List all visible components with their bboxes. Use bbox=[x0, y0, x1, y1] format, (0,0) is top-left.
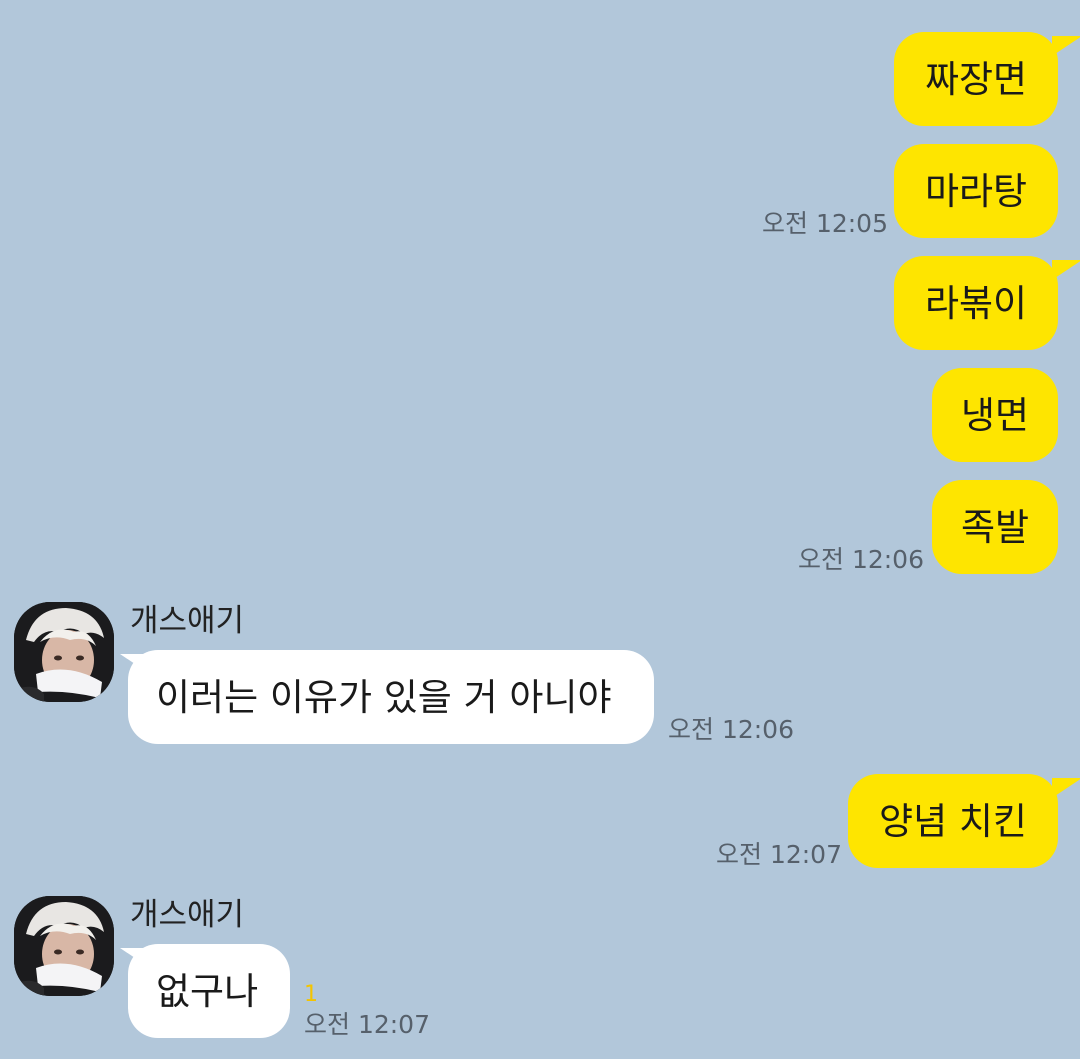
message-text: 라볶이 bbox=[924, 281, 1028, 325]
message-text: 짜장면 bbox=[924, 57, 1028, 101]
message-text: 이러는 이유가 있을 거 아니야 bbox=[156, 675, 612, 719]
message-time: 오전 12:07 bbox=[304, 1010, 430, 1039]
message-time: 오전 12:05 bbox=[762, 209, 888, 238]
avatar[interactable] bbox=[14, 896, 114, 996]
message-bubble-jjajangmyeon[interactable]: 짜장면 bbox=[894, 32, 1058, 126]
message-text: 족발 bbox=[960, 505, 1030, 549]
message-text: 마라탕 bbox=[924, 169, 1028, 213]
bubble-tail bbox=[1052, 778, 1080, 798]
avatar[interactable] bbox=[14, 602, 114, 702]
message-bubble-jokbal[interactable]: 족발 bbox=[932, 480, 1058, 574]
message-text: 양념 치킨 bbox=[879, 799, 1027, 843]
message-bubble-eopguna[interactable]: 없구나 bbox=[128, 944, 290, 1038]
bubble-tail bbox=[1052, 260, 1080, 280]
message-bubble-malatang[interactable]: 마라탕 bbox=[894, 144, 1058, 238]
message-bubble-chicken[interactable]: 양념 치킨 bbox=[848, 774, 1058, 868]
message-time: 오전 12:07 bbox=[716, 840, 842, 869]
message-text: 없구나 bbox=[156, 969, 259, 1013]
unread-count-badge: 1 bbox=[304, 982, 318, 1007]
bubble-tail bbox=[1052, 36, 1080, 56]
message-time: 오전 12:06 bbox=[798, 545, 924, 574]
profile-photo-icon bbox=[14, 602, 114, 702]
profile-photo-icon bbox=[14, 896, 114, 996]
message-bubble-rabokki[interactable]: 라볶이 bbox=[894, 256, 1058, 350]
sender-name: 개스애기 bbox=[130, 897, 245, 933]
message-time: 오전 12:06 bbox=[668, 715, 794, 744]
sender-name: 개스애기 bbox=[130, 603, 245, 639]
message-bubble-reason[interactable]: 이러는 이유가 있을 거 아니야 bbox=[128, 650, 654, 744]
message-bubble-naengmyeon[interactable]: 냉면 bbox=[932, 368, 1058, 462]
message-text: 냉면 bbox=[960, 393, 1030, 437]
